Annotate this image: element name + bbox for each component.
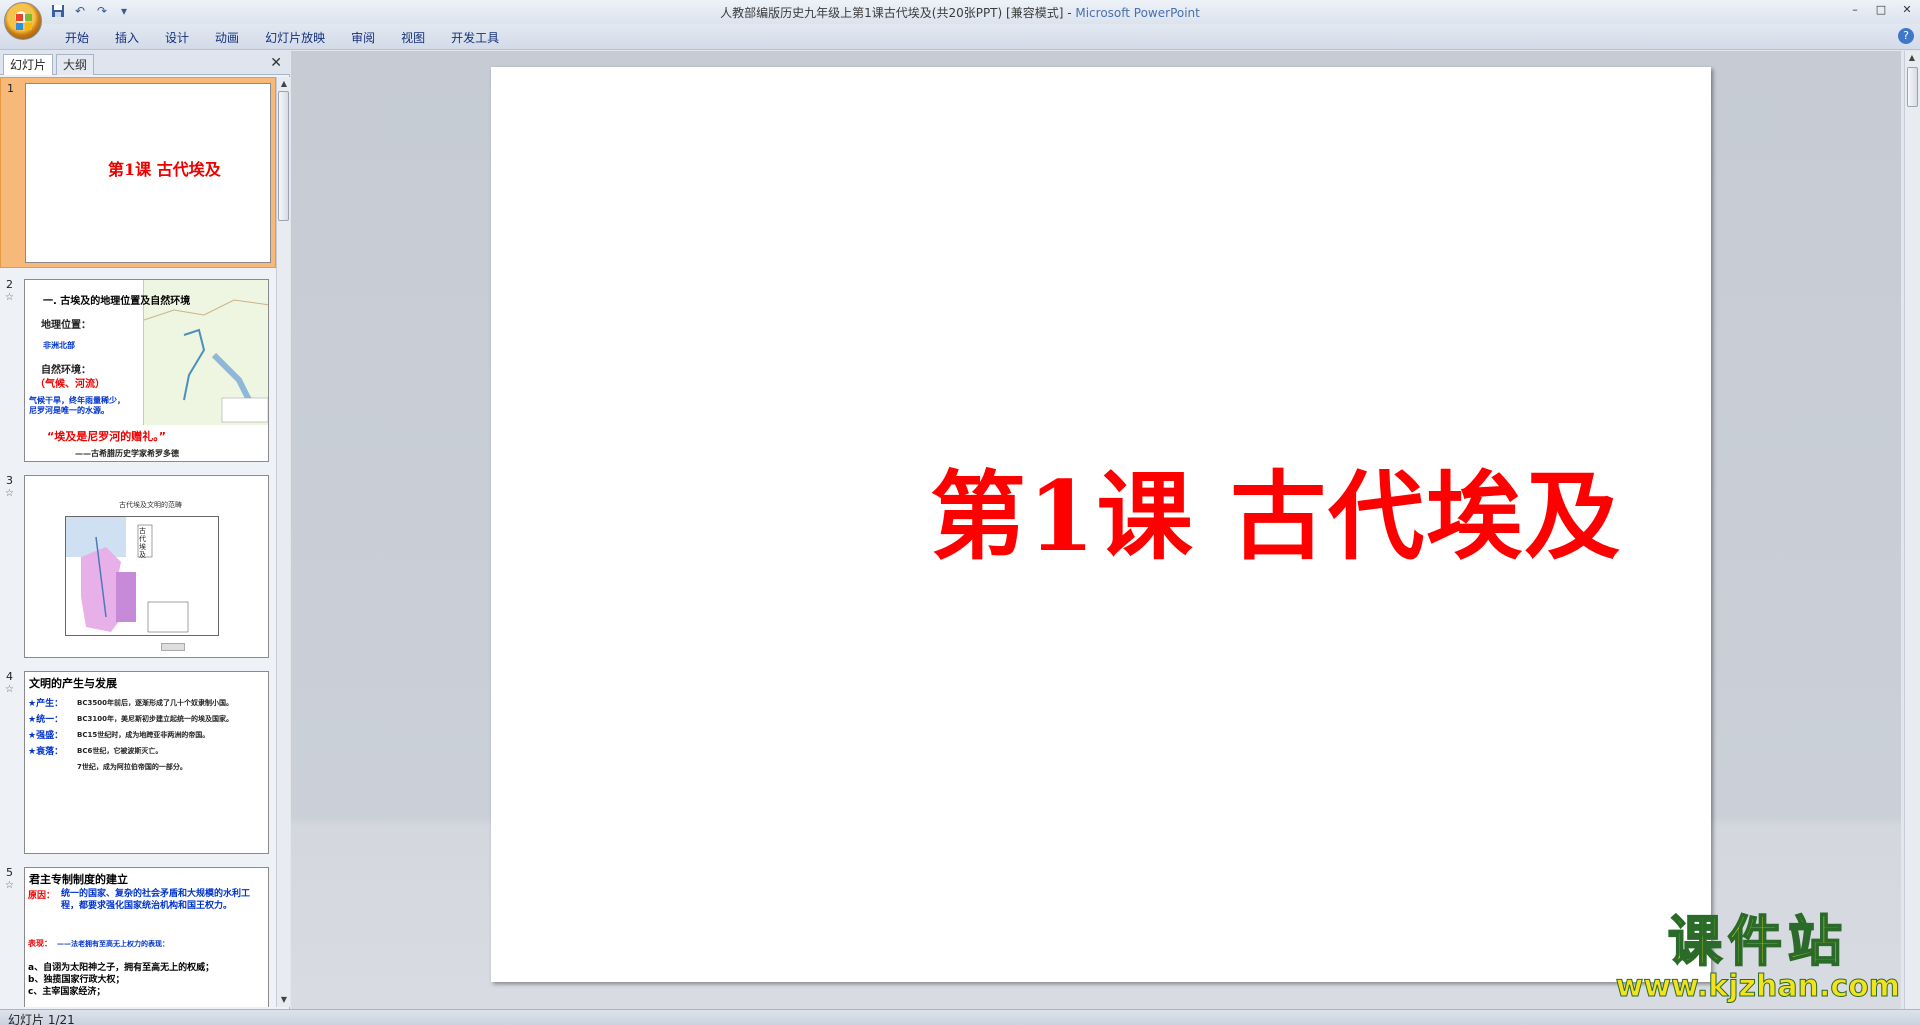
tab-insert[interactable]: 插入 (102, 29, 152, 47)
editor-scrollbar[interactable]: ▲ (1904, 51, 1920, 1009)
thumbnail-5[interactable]: 5 ☆ 君主专制制度的建立 原因： 统一的国家、复杂的社会矛盾和大规模的水利工程… (0, 862, 276, 1007)
thumbnails-scrollbar[interactable]: ▲ ▼ (276, 77, 290, 1007)
show-text: ——法老拥有至高无上权力的表现： (57, 940, 169, 948)
thumbnail-caption-box (161, 643, 185, 651)
scrollbar-thumb[interactable] (278, 91, 289, 221)
thumbnail-slide: 文明的产生与发展 ★产生： BC3500年前后，逐渐形成了几十个奴隶制小国。 ★… (24, 671, 269, 854)
item-label: ★统一： (28, 715, 64, 725)
item-text: BC15世纪时，成为地跨亚非两洲的帝国。 (77, 731, 210, 739)
office-logo-icon (16, 14, 32, 30)
window-title: 人教部编版历史九年级上第1课古代埃及(共20张PPT) [兼容模式] - Mic… (0, 4, 1920, 21)
current-slide[interactable]: 第1课 古代埃及 (491, 67, 1711, 982)
scroll-up-icon[interactable]: ▲ (1905, 51, 1919, 65)
scrollbar-thumb[interactable] (1907, 67, 1918, 107)
thumbnail-slide: 第1课 古代埃及 (25, 83, 271, 263)
tab-animations[interactable]: 动画 (202, 29, 252, 47)
thumbnail-1[interactable]: 1 第1课 古代埃及 (0, 77, 276, 268)
close-button[interactable]: ✕ (1894, 0, 1920, 18)
watermark-url: www.kjzhan.com (1615, 969, 1900, 1004)
thumbnail-4[interactable]: 4 ☆ 文明的产生与发展 ★产生： BC3500年前后，逐渐形成了几十个奴隶制小… (0, 666, 276, 859)
app-name: Microsoft PowerPoint (1075, 6, 1200, 20)
civilization-map: 古代埃及 (65, 516, 219, 636)
tab-outline[interactable]: 大纲 (56, 54, 95, 75)
tab-developer[interactable]: 开发工具 (438, 29, 512, 47)
scroll-down-icon[interactable]: ▼ (277, 993, 291, 1007)
thumbnail-title: 文明的产生与发展 (29, 677, 117, 690)
thumbnail-number: 4 (6, 670, 13, 683)
cause-label: 原因： (28, 891, 56, 901)
tab-slideshow[interactable]: 幻灯片放映 (252, 29, 338, 47)
title-separator: - (1063, 6, 1076, 20)
tab-home[interactable]: 开始 (52, 29, 102, 47)
item-text: BC3500年前后，逐渐形成了几十个奴隶制小国。 (77, 699, 233, 707)
maximize-button[interactable]: □ (1868, 0, 1894, 18)
show-label: 表现： (28, 939, 52, 948)
thumbnail-number: 3 (6, 474, 13, 487)
map-label: 古代埃及 (139, 527, 146, 559)
thumbnail-title: 古代埃及文明的范畴 (119, 501, 182, 509)
animation-star-icon: ☆ (5, 488, 14, 499)
office-button[interactable] (4, 2, 42, 40)
tab-slides[interactable]: 幻灯片 (3, 54, 54, 75)
thumbnail-line: 非洲北部 (43, 341, 75, 350)
panel-close-icon[interactable]: ✕ (270, 55, 282, 71)
tab-review[interactable]: 审阅 (338, 29, 388, 47)
thumbnail-title: 第1课 古代埃及 (108, 160, 221, 179)
thumbnail-line: 地理位置： (41, 320, 91, 331)
thumbnail-list: 1 第1课 古代埃及 2 ☆ 一. 古埃及的地理位置及自然环境 地理位置： 非洲… (0, 77, 276, 1007)
item-label: ★强盛： (28, 731, 64, 741)
help-icon[interactable]: ? (1898, 28, 1914, 44)
animation-star-icon: ☆ (5, 292, 14, 303)
tab-design[interactable]: 设计 (152, 29, 202, 47)
thumbnail-2[interactable]: 2 ☆ 一. 古埃及的地理位置及自然环境 地理位置： 非洲北部 自然环境： （气… (0, 274, 276, 467)
scroll-up-icon[interactable]: ▲ (277, 77, 291, 91)
animation-star-icon: ☆ (5, 880, 14, 891)
watermark-logo: 课件站 www.kjzhan.com (1615, 910, 1900, 1004)
watermark-text: 课件站 (1667, 910, 1848, 973)
point: c、主宰国家经济； (28, 987, 106, 997)
thumbnail-title: 一. 古埃及的地理位置及自然环境 (43, 296, 191, 307)
thumbnail-title: 君主专制制度的建立 (29, 873, 128, 886)
slide-counter: 幻灯片 1/21 (8, 1013, 75, 1025)
thumbnail-quote: “埃及是尼罗河的赠礼。” (47, 430, 166, 443)
ribbon: 开始 插入 设计 动画 幻灯片放映 审阅 视图 开发工具 ? (0, 24, 1920, 50)
thumbnail-number: 1 (7, 82, 14, 95)
item-label: ★衰落： (28, 747, 64, 757)
item-text: BC3100年，美尼斯初步建立起统一的埃及国家。 (77, 715, 233, 723)
cause-text: 统一的国家、复杂的社会矛盾和大规模的水利工程，都要求强化国家统治机构和国王权力。 (61, 889, 251, 911)
status-bar: 幻灯片 1/21 (0, 1009, 1920, 1025)
thumbnail-3[interactable]: 3 ☆ 古代埃及文明的范畴 古代埃及 (0, 470, 276, 663)
thumbnail-slide: 君主专制制度的建立 原因： 统一的国家、复杂的社会矛盾和大规模的水利工程，都要求… (24, 867, 269, 1007)
item-text: BC6世纪，它被波斯灭亡。 (77, 747, 163, 755)
thumbnail-number: 5 (6, 866, 13, 879)
thumbnail-line: （气候、河流） (35, 379, 105, 390)
document-title: 人教部编版历史九年级上第1课古代埃及(共20张PPT) [兼容模式] (720, 6, 1064, 20)
title-bar: ↶ ↷ ▾ 人教部编版历史九年级上第1课古代埃及(共20张PPT) [兼容模式]… (0, 0, 1920, 24)
thumbnail-slide: 一. 古埃及的地理位置及自然环境 地理位置： 非洲北部 自然环境： （气候、河流… (24, 279, 269, 462)
thumbnail-line: 自然环境： (41, 365, 91, 376)
minimize-button[interactable]: – (1842, 0, 1868, 18)
slide-title[interactable]: 第1课 古代埃及 (491, 439, 1711, 578)
item-label: ★产生： (28, 699, 64, 709)
thumbnail-slide: 古代埃及文明的范畴 古代埃及 (24, 475, 269, 658)
slides-panel: 幻灯片 大纲 ✕ 1 第1课 古代埃及 2 ☆ 一. 古埃及的地理位置及自然环境… (0, 51, 290, 1009)
tab-view[interactable]: 视图 (388, 29, 438, 47)
animation-star-icon: ☆ (5, 684, 14, 695)
thumbnail-line: 尼罗河是唯一的水源。 (29, 406, 109, 415)
thumbnail-number: 2 (6, 278, 13, 291)
thumbnail-attribution: ——古希腊历史学家希罗多德 (75, 449, 179, 458)
slide-editor: 第1课 古代埃及 (291, 51, 1901, 1009)
item-text: 7世纪，成为阿拉伯帝国的一部分。 (77, 763, 187, 771)
